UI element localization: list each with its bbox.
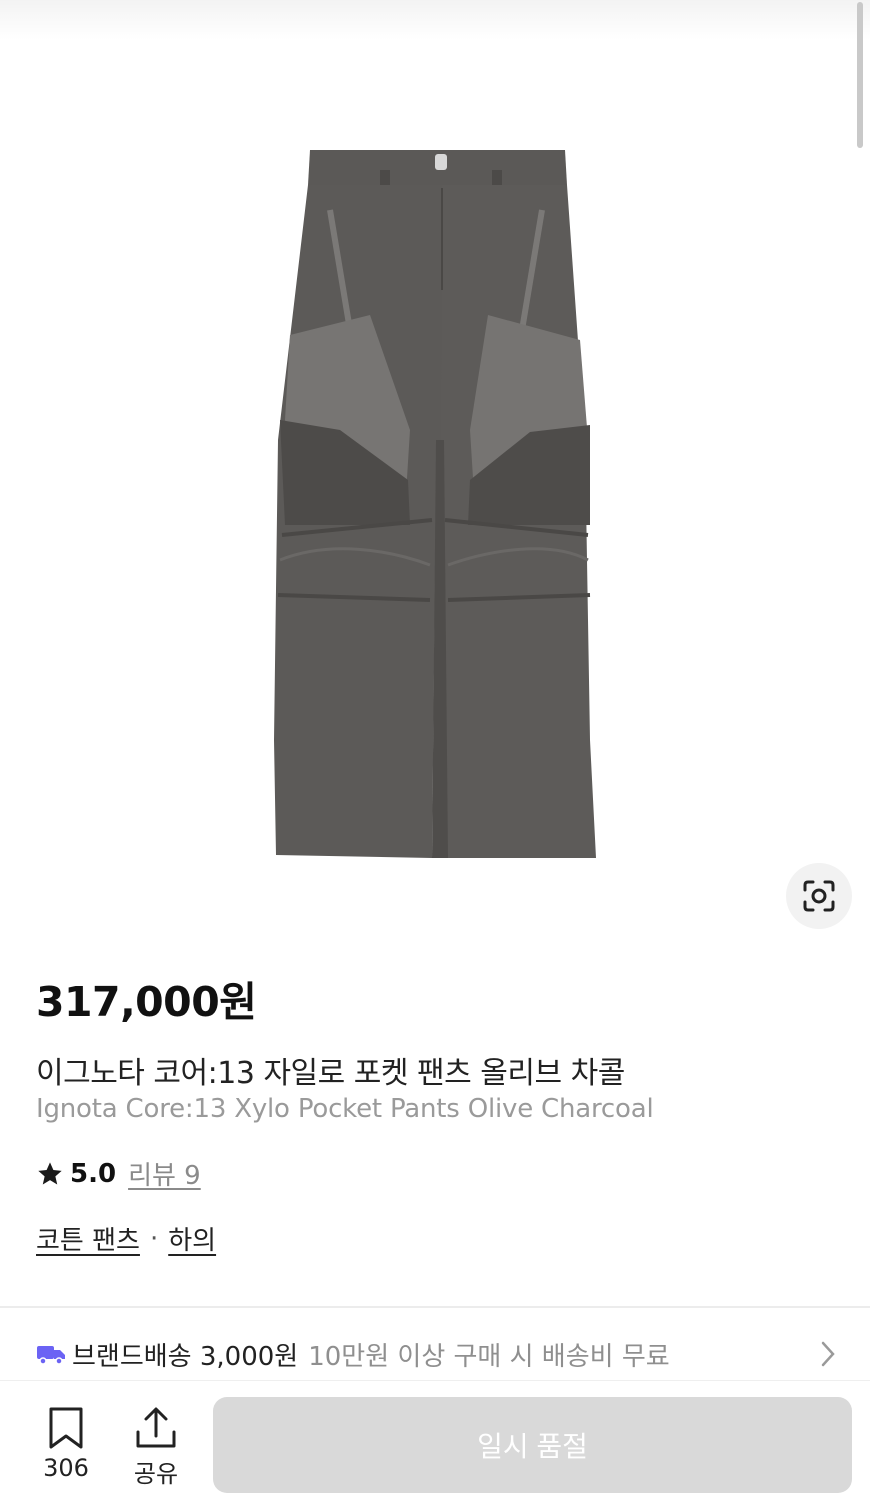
top-fade <box>0 0 870 40</box>
shipping-info-row[interactable]: 브랜드배송 3,000원 10만원 이상 구매 시 배송비 무료 <box>36 1334 836 1374</box>
image-search-button[interactable] <box>786 863 852 929</box>
soldout-button[interactable]: 일시 품절 <box>213 1397 852 1493</box>
category-separator: · <box>149 1223 159 1254</box>
share-icon <box>136 1407 176 1448</box>
section-divider <box>0 1306 870 1308</box>
product-image-pants <box>274 150 596 858</box>
shipping-free-note: 10만원 이상 구매 시 배송비 무료 <box>308 1341 670 1372</box>
category-breadcrumb: 코튼 팬츠 · 하의 <box>36 1220 216 1257</box>
lens-icon <box>803 880 835 912</box>
truck-icon <box>37 1346 65 1365</box>
category-link-bottoms[interactable]: 하의 <box>168 1220 216 1257</box>
product-name-english: Ignota Core:13 Xylo Pocket Pants Olive C… <box>36 1094 654 1124</box>
star-icon <box>38 1161 62 1184</box>
share-label: 공유 <box>133 1460 179 1488</box>
chevron-right-icon <box>821 1341 835 1367</box>
review-link[interactable]: 리뷰 9 <box>128 1155 201 1192</box>
bookmark-icon <box>49 1407 83 1449</box>
rating-score: 5.0 <box>70 1158 117 1189</box>
shipping-fee-label: 브랜드배송 3,000원 <box>72 1341 299 1372</box>
product-price: 317,000원 <box>36 978 257 1026</box>
bookmark-button[interactable]: 306 <box>30 1406 102 1482</box>
share-button[interactable]: 공유 <box>120 1406 192 1489</box>
category-link-cotton-pants[interactable]: 코튼 팬츠 <box>36 1220 140 1257</box>
product-name-korean: 이그노타 코어:13 자일로 포켓 팬츠 올리브 차콜 <box>36 1056 625 1091</box>
rating-row: 5.0 리뷰 9 <box>36 1155 201 1192</box>
bookmark-count: 306 <box>43 1454 89 1482</box>
scrollbar[interactable] <box>857 2 863 148</box>
product-image-area[interactable] <box>0 0 870 950</box>
